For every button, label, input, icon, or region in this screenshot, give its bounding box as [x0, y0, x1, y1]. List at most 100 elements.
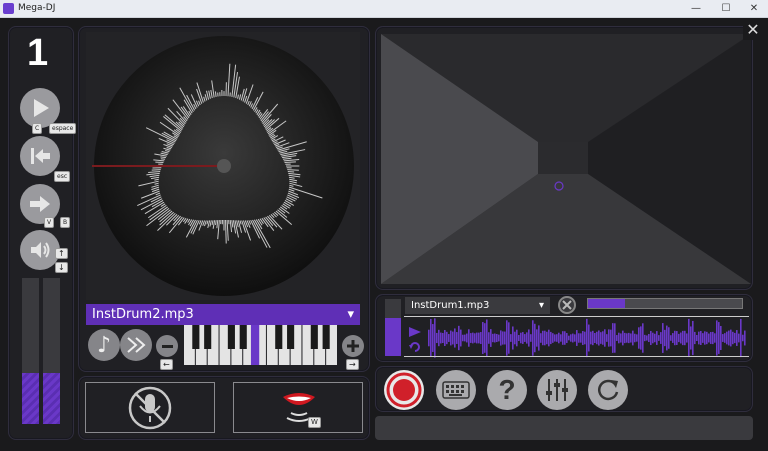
waveform-bar: [596, 331, 598, 345]
loop-icon[interactable]: [408, 341, 422, 353]
close-icon: [562, 300, 572, 310]
waveform-bar: [636, 334, 638, 342]
piano-black-key: [239, 325, 247, 349]
pitch-up-button[interactable]: [342, 335, 364, 357]
waveform-bar: [676, 331, 678, 345]
waveform-bar: [660, 332, 662, 344]
close-video-button[interactable]: ✕: [743, 20, 763, 40]
waveform-bar: [502, 331, 504, 345]
waveform-bar: [736, 330, 738, 346]
turntable-platter[interactable]: [86, 32, 360, 300]
waveform-bar: [544, 330, 546, 346]
waveform-bar: [496, 333, 498, 343]
platter-area: [86, 32, 360, 300]
skip-back-icon: [31, 148, 50, 164]
waveform-bar: [448, 334, 450, 342]
waveform-bar: [640, 326, 642, 350]
vu-meter-left: [22, 278, 39, 424]
waveform-bar: [526, 332, 528, 344]
waveform-bar: [616, 335, 618, 341]
maximize-button[interactable]: ☐: [716, 2, 736, 16]
deck2-progress-bar[interactable]: [587, 298, 743, 309]
deck1-track-select[interactable]: InstDrum2.mp3 ▾: [86, 304, 360, 325]
waveform-bar: [478, 332, 480, 344]
waveform-bar: [578, 333, 580, 343]
waveform-bar: [452, 331, 454, 345]
waveform-bar: [632, 330, 634, 346]
waveform-bar: [474, 333, 476, 343]
waveform-bar: [532, 320, 534, 356]
back-to-start-button[interactable]: [20, 136, 60, 176]
waveform-bar: [566, 333, 568, 343]
deck2-waveform[interactable]: [428, 318, 746, 358]
waveform-bar: [614, 323, 616, 353]
waveform-bar: [650, 330, 652, 346]
sliders-icon: [546, 379, 568, 401]
waveform-bar: [548, 329, 550, 347]
waveform-bar: [630, 333, 632, 343]
piano-keyboard[interactable]: [184, 325, 338, 365]
music-note-button[interactable]: ♪: [88, 329, 120, 361]
help-button[interactable]: ?: [487, 370, 527, 410]
fast-forward-button[interactable]: [120, 329, 152, 361]
waveform-bar: [492, 333, 494, 343]
close-window-button[interactable]: ✕: [744, 2, 764, 16]
waveform-bar: [710, 332, 712, 344]
deck2-track-select[interactable]: InstDrum1.mp3 ▾: [405, 297, 550, 314]
waveform-bar: [512, 326, 514, 350]
pitch-up-key: →: [346, 359, 359, 370]
waveform-bar: [594, 333, 596, 343]
piano-black-key: [322, 325, 330, 349]
mute-mic-button[interactable]: [85, 382, 215, 433]
waveform-bar: [666, 325, 668, 351]
waveform-bar: [598, 330, 600, 346]
play-icon[interactable]: [408, 326, 422, 338]
waveform-bar: [546, 331, 548, 345]
waveform-bar: [608, 329, 610, 347]
record-button[interactable]: [384, 370, 424, 410]
vu-meter-right-fill: [43, 372, 60, 424]
waveform-bar: [538, 325, 540, 351]
waveform-bar: [568, 335, 570, 341]
voice-key-hint: W: [308, 417, 321, 428]
keyboard-button[interactable]: [436, 370, 476, 410]
waveform-bar: [574, 334, 576, 342]
waveform-bar: [446, 331, 448, 345]
refresh-icon: [597, 379, 619, 401]
waveform-bar: [680, 332, 682, 344]
play-button[interactable]: [20, 88, 60, 128]
waveform-bar: [562, 331, 564, 345]
waveform-bar: [648, 333, 650, 343]
waveform-bar: [528, 329, 530, 347]
deck2-remove-button[interactable]: [558, 296, 576, 314]
voice-talk-button[interactable]: W: [233, 382, 363, 433]
waveform-bar: [482, 322, 484, 354]
waveform-bar: [520, 332, 522, 344]
deck2-progress-fill: [588, 299, 625, 308]
waveform-bar: [460, 329, 462, 347]
waveform-bar: [702, 333, 704, 343]
volume-down-key[interactable]: ↓: [55, 262, 68, 273]
mic-off-icon: [128, 386, 172, 429]
minimize-button[interactable]: —: [686, 2, 706, 16]
mixer-settings-button[interactable]: [537, 370, 577, 410]
waveform-bar: [700, 330, 702, 346]
waveform-bar: [684, 330, 686, 346]
waveform-bar: [704, 331, 706, 345]
waveform-bar: [674, 330, 676, 346]
waveform-bar: [486, 319, 488, 357]
waveform-bar: [588, 324, 590, 352]
waveform-bar: [620, 333, 622, 343]
waveform-bar: [672, 333, 674, 343]
reset-button[interactable]: [588, 370, 628, 410]
waveform-bar: [554, 334, 556, 342]
waveform-bar: [610, 329, 612, 347]
waveform-bar: [472, 332, 474, 344]
volume-button[interactable]: [20, 230, 60, 270]
volume-up-key[interactable]: ↑: [55, 248, 68, 259]
waveform-bar: [490, 329, 492, 347]
pitch-marker: [250, 325, 260, 365]
pitch-down-button[interactable]: [156, 335, 178, 357]
waveform-bar: [484, 323, 486, 353]
waveform-bar: [720, 325, 722, 351]
